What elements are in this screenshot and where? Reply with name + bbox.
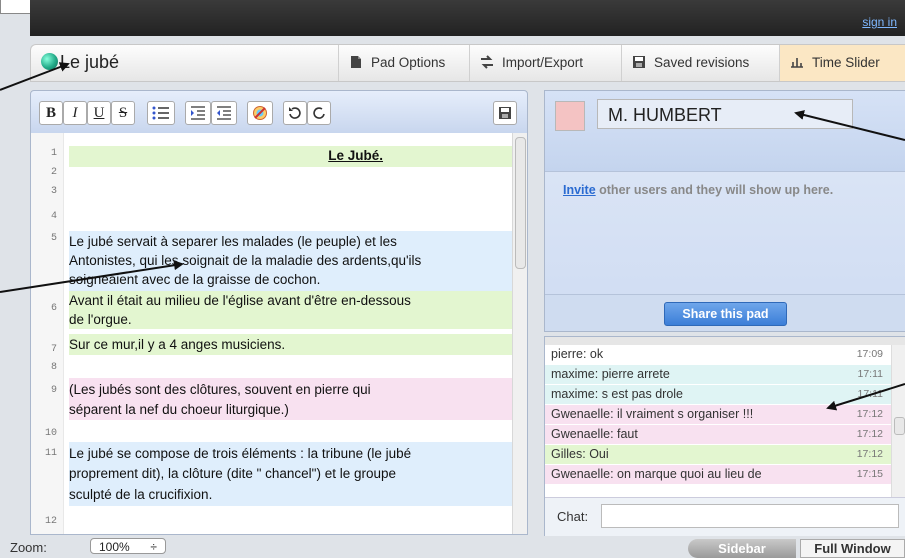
redo-button[interactable] <box>307 101 331 125</box>
text-line: (Les jubés sont des clôtures, souvent en… <box>69 382 371 397</box>
pad-title-text: Le jubé <box>60 52 120 72</box>
bold-button[interactable]: B <box>39 101 63 125</box>
undo-icon <box>289 107 301 119</box>
zoom-value: 100% <box>99 540 130 554</box>
chat-scrollbar[interactable] <box>891 345 905 497</box>
line-number-gutter: 1 2 3 4 5 6 7 8 9 10 11 12 <box>31 133 64 534</box>
line-number: 7 <box>50 344 57 355</box>
saved-revisions-label: Saved revisions <box>654 55 750 70</box>
text-line: Antonistes, qui les soignait de la malad… <box>69 253 422 268</box>
share-pad-button[interactable]: Share this pad <box>664 302 787 326</box>
username-input[interactable]: M. HUMBERT <box>597 99 853 129</box>
line-number: 11 <box>44 448 57 459</box>
chat-scrollbar-thumb[interactable] <box>894 417 905 435</box>
document-icon <box>351 56 361 68</box>
sidebar-button[interactable]: Sidebar <box>688 539 796 558</box>
time-slider-button[interactable]: Time Slider <box>779 45 905 81</box>
text-line: Sur ce mur,il y a 4 anges musiciens. <box>69 337 286 352</box>
text-line: sculpté de la crucifixion. <box>69 487 213 502</box>
outdent-icon <box>217 106 231 120</box>
save-disk-icon <box>499 107 511 119</box>
save-disk-icon <box>633 56 645 68</box>
chat-message: Gwenaelle: on marque quoi au lieu de 17:1… <box>545 465 891 485</box>
users-panel: M. HUMBERT Invite other users and they w… <box>544 90 905 332</box>
chat-label: Chat: <box>557 509 589 524</box>
pad-options-button[interactable]: Pad Options <box>338 45 469 81</box>
line-number: 8 <box>50 362 57 373</box>
invite-text: other users and they will show up here. <box>595 183 834 197</box>
globe-icon <box>41 53 58 70</box>
chat-messages: pierre: ok 17:09 maxime: pierre arrete 17:… <box>545 345 891 497</box>
line-number: 3 <box>50 186 57 197</box>
saved-revisions-button[interactable]: Saved revisions <box>621 45 772 81</box>
editor-scrollbar[interactable] <box>512 133 527 534</box>
outdent-button[interactable] <box>211 101 237 125</box>
line-number: 5 <box>50 233 57 244</box>
invite-link[interactable]: Invite <box>563 183 596 197</box>
sign-in-link[interactable]: sign in <box>862 15 897 29</box>
bottom-bar: Zoom: 100% ÷ Sidebar Full Window <box>0 536 905 558</box>
editor-toolbar: B I U S <box>30 90 528 134</box>
pad-options-label: Pad Options <box>371 55 446 70</box>
time-slider-icon <box>791 58 803 68</box>
pad-title: Le jubé <box>41 52 119 73</box>
full-window-button[interactable]: Full Window <box>800 539 905 558</box>
my-user-bar: M. HUMBERT <box>545 91 905 172</box>
time-slider-label: Time Slider <box>812 55 880 70</box>
chat-message: Gilles: Oui 17:12 <box>545 445 891 465</box>
chat-message: maxime: pierre arrete 17:11 <box>545 365 891 385</box>
line-number: 6 <box>50 303 57 314</box>
redo-icon <box>313 107 325 119</box>
import-export-button[interactable]: Import/Export <box>469 45 620 81</box>
text-line: soigneaient avec de la graisse de cochon… <box>69 272 321 287</box>
indent-icon <box>191 106 205 120</box>
save-revision-button[interactable] <box>493 101 517 125</box>
text-line: proprement dit), la clôture (dite " chan… <box>69 466 396 481</box>
chat-input[interactable] <box>601 504 899 528</box>
zoom-select[interactable]: 100% ÷ <box>90 538 166 554</box>
line-number: 1 <box>50 148 57 159</box>
clear-colors-icon <box>253 106 267 120</box>
text-line: Avant il était au milieu de l'église ava… <box>69 293 411 308</box>
underline-button[interactable]: U <box>87 101 111 125</box>
unordered-list-button[interactable] <box>147 101 175 125</box>
undo-button[interactable] <box>283 101 307 125</box>
chat-box: pierre: ok 17:09 maxime: pierre arrete 17:… <box>544 336 905 536</box>
line-number: 12 <box>44 516 57 527</box>
stepper-arrows-icon: ÷ <box>150 540 157 554</box>
share-bar: Share this pad <box>545 294 905 331</box>
import-export-label: Import/Export <box>502 55 584 70</box>
line-number: 2 <box>50 167 57 178</box>
bullet-list-icon <box>152 106 169 120</box>
clear-authorship-button[interactable] <box>247 101 273 125</box>
pad-heading-line: Le Jubé. <box>69 146 513 167</box>
chat-message: maxime: s est pas drole 17:11 <box>545 385 891 405</box>
pad-title-bar: Le jubé Pad Options Import/Export Saved … <box>30 44 905 82</box>
text-line: Le jubé se compose de trois éléments : l… <box>69 446 412 461</box>
chat-message: Gwenaelle: faut 17:12 <box>545 425 891 445</box>
line-number: 4 <box>50 211 57 222</box>
text-line: de l'orgue. <box>69 312 132 327</box>
indent-button[interactable] <box>185 101 211 125</box>
chat-message: pierre: ok 17:09 <box>545 345 891 365</box>
line-number: 9 <box>50 385 57 396</box>
swap-arrows-icon <box>481 55 493 69</box>
chat-input-row: Chat: <box>545 497 905 536</box>
italic-button[interactable]: I <box>63 101 87 125</box>
chat-message: Gwenaelle: il vraiment s organiser !!! 17… <box>545 405 891 425</box>
line-number: 10 <box>44 428 57 439</box>
strikethrough-button[interactable]: S <box>111 101 135 125</box>
user-color-swatch[interactable] <box>555 101 585 131</box>
text-line: séparent la nef du choeur liturgique.) <box>69 402 289 417</box>
text-line: Le jubé servait à separer les malades (l… <box>69 234 397 249</box>
zoom-label: Zoom: <box>10 540 47 555</box>
invite-message: Invite other users and they will show up… <box>563 183 833 197</box>
pad-editor[interactable]: 1 2 3 4 5 6 7 8 9 10 11 12 Le Jubé. Le j… <box>30 133 528 535</box>
top-bar: sign in <box>30 0 905 36</box>
editor-scrollbar-thumb[interactable] <box>515 137 526 269</box>
